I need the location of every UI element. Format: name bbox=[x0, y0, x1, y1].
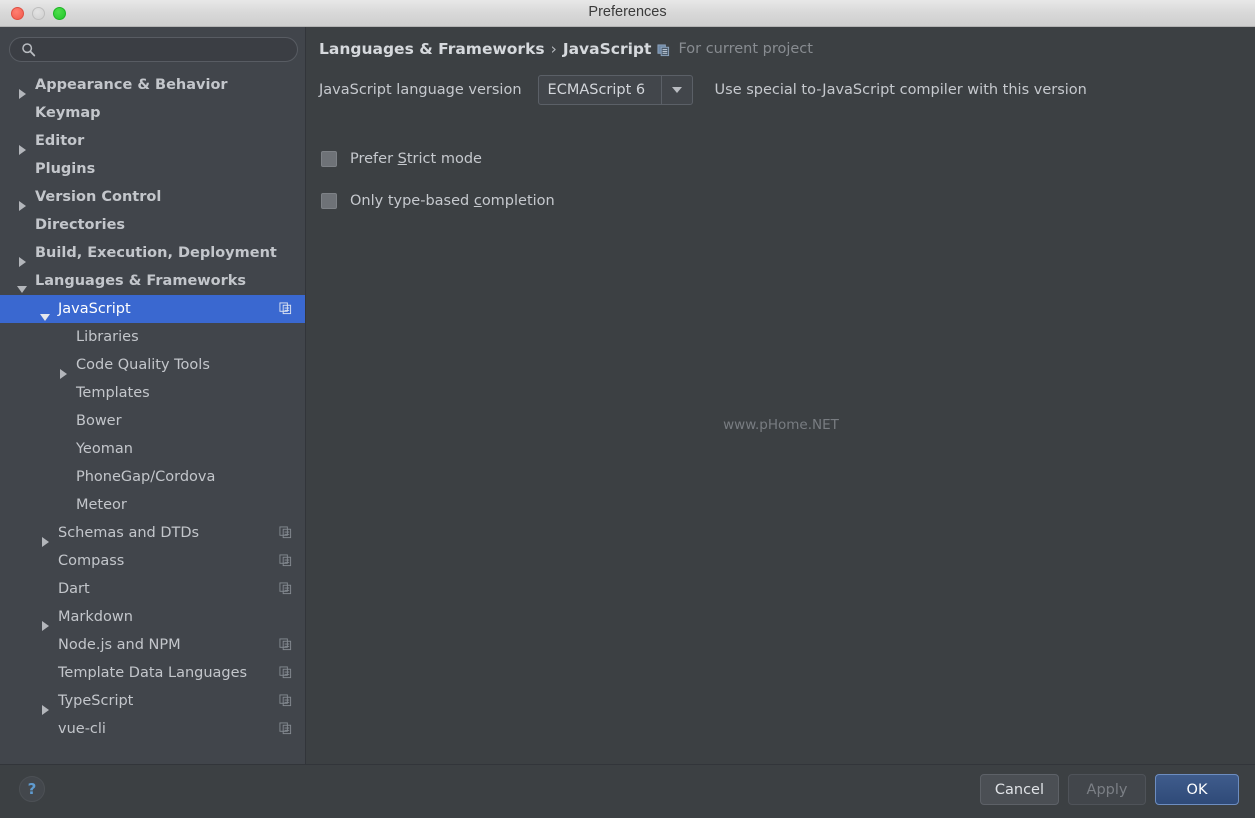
language-version-value: ECMAScript 6 bbox=[547, 82, 646, 98]
module-scope-icon bbox=[279, 638, 292, 651]
label-part-before: Only type-based bbox=[350, 193, 474, 209]
sidebar-item-label: Templates bbox=[76, 385, 150, 401]
ok-button[interactable]: OK bbox=[1155, 774, 1239, 805]
label-part-after: ompletion bbox=[481, 193, 555, 209]
sidebar-item-label: Bower bbox=[76, 413, 122, 429]
settings-sidebar: Appearance & Behavior Keymap Editor Plugins… bbox=[0, 27, 306, 764]
sidebar-item-yeoman[interactable]: Yeoman bbox=[0, 435, 305, 463]
label-mnemonic: S bbox=[397, 151, 407, 167]
sidebar-item-node-js-and-npm[interactable]: Node.js and NPM bbox=[0, 631, 305, 659]
sidebar-item-schemas-and-dtds[interactable]: Schemas and DTDs bbox=[0, 519, 305, 547]
module-scope-icon bbox=[279, 526, 292, 539]
sidebar-item-label: Dart bbox=[58, 581, 90, 597]
sidebar-item-javascript[interactable]: JavaScript bbox=[0, 295, 305, 323]
sidebar-item-label: Code Quality Tools bbox=[76, 357, 210, 373]
sidebar-item-label: Directories bbox=[35, 217, 126, 233]
watermark-text: www.pHome.NET bbox=[723, 417, 839, 433]
only-type-based-completion-checkbox[interactable] bbox=[321, 193, 337, 209]
sidebar-item-label: Node.js and NPM bbox=[58, 637, 181, 653]
sidebar-item-label: Editor bbox=[35, 133, 85, 149]
sidebar-item-label: JavaScript bbox=[58, 301, 131, 317]
sidebar-item-dart[interactable]: Dart bbox=[0, 575, 305, 603]
only-type-based-completion-row[interactable]: Only type-based completion bbox=[321, 193, 555, 209]
module-scope-icon bbox=[279, 722, 292, 735]
sidebar-item-version-control[interactable]: Version Control bbox=[0, 183, 305, 211]
breadcrumb-separator: › bbox=[550, 40, 557, 58]
sidebar-item-label: Libraries bbox=[76, 329, 139, 345]
breadcrumb-scope-note: For current project bbox=[678, 41, 813, 57]
sidebar-item-label: Build, Execution, Deployment bbox=[35, 245, 277, 261]
sidebar-item-template-data-languages[interactable]: Template Data Languages bbox=[0, 659, 305, 687]
cancel-button[interactable]: Cancel bbox=[979, 774, 1059, 805]
sidebar-item-editor[interactable]: Editor bbox=[0, 127, 305, 155]
sidebar-item-phonegap-cordova[interactable]: PhoneGap/Cordova bbox=[0, 463, 305, 491]
sidebar-item-languages-frameworks[interactable]: Languages & Frameworks bbox=[0, 267, 305, 295]
sidebar-item-label: Markdown bbox=[58, 609, 133, 625]
sidebar-item-compass[interactable]: Compass bbox=[0, 547, 305, 575]
only-type-based-completion-label: Only type-based completion bbox=[350, 193, 555, 209]
prefer-strict-mode-label: Prefer Strict mode bbox=[350, 151, 482, 167]
label-part-after: trict mode bbox=[406, 151, 482, 167]
sidebar-item-keymap[interactable]: Keymap bbox=[0, 99, 305, 127]
language-version-row: JavaScript language version ECMAScript 6… bbox=[319, 75, 1087, 105]
sidebar-item-plugins[interactable]: Plugins bbox=[0, 155, 305, 183]
chevron-down-icon[interactable] bbox=[660, 76, 692, 104]
module-scope-icon bbox=[279, 694, 292, 707]
sidebar-item-markdown[interactable]: Markdown bbox=[0, 603, 305, 631]
settings-content-panel: Languages & Frameworks › JavaScript For … bbox=[307, 27, 1255, 764]
sidebar-item-label: Template Data Languages bbox=[58, 665, 248, 681]
sidebar-item-typescript[interactable]: TypeScript bbox=[0, 687, 305, 715]
window-title: Preferences bbox=[588, 4, 667, 20]
sidebar-item-label: Schemas and DTDs bbox=[58, 525, 200, 541]
module-scope-icon bbox=[279, 666, 292, 679]
sidebar-item-templates[interactable]: Templates bbox=[0, 379, 305, 407]
label-part-before: Prefer bbox=[350, 151, 398, 167]
help-button[interactable]: ? bbox=[19, 776, 45, 802]
prefer-strict-mode-row[interactable]: Prefer Strict mode bbox=[321, 151, 482, 167]
sidebar-item-code-quality-tools[interactable]: Code Quality Tools bbox=[0, 351, 305, 379]
language-version-hint: Use special to-JavaScript compiler with … bbox=[714, 82, 1087, 98]
module-scope-icon bbox=[279, 554, 292, 567]
sidebar-item-label: Version Control bbox=[35, 189, 162, 205]
apply-button[interactable]: Apply bbox=[1068, 774, 1146, 805]
sidebar-item-appearance-behavior[interactable]: Appearance & Behavior bbox=[0, 71, 305, 99]
module-scope-icon bbox=[279, 302, 292, 315]
sidebar-item-meteor[interactable]: Meteor bbox=[0, 491, 305, 519]
title-bar: Preferences bbox=[0, 0, 1255, 27]
settings-tree: Appearance & Behavior Keymap Editor Plugins… bbox=[0, 71, 305, 743]
sidebar-item-label: Appearance & Behavior bbox=[35, 77, 228, 93]
sidebar-item-label: PhoneGap/Cordova bbox=[76, 469, 216, 485]
breadcrumb-root[interactable]: Languages & Frameworks bbox=[319, 40, 545, 58]
sidebar-item-label: Languages & Frameworks bbox=[35, 273, 247, 289]
sidebar-item-label: Meteor bbox=[76, 497, 127, 513]
sidebar-item-label: vue-cli bbox=[58, 721, 106, 737]
label-mnemonic: c bbox=[473, 193, 482, 209]
preferences-window: Preferences Appearance & Behavior Keymap E… bbox=[0, 0, 1255, 818]
breadcrumb: Languages & Frameworks › JavaScript For … bbox=[319, 40, 813, 58]
language-version-label: JavaScript language version bbox=[319, 82, 522, 98]
module-scope-icon bbox=[279, 582, 292, 595]
search-field-wrapper bbox=[9, 37, 298, 62]
sidebar-item-label: Yeoman bbox=[76, 441, 133, 457]
breadcrumb-current: JavaScript bbox=[562, 40, 652, 58]
sidebar-item-label: Compass bbox=[58, 553, 125, 569]
sidebar-item-build-execution-deployment[interactable]: Build, Execution, Deployment bbox=[0, 239, 305, 267]
module-scope-icon bbox=[657, 43, 670, 56]
sidebar-item-vue-cli[interactable]: vue-cli bbox=[0, 715, 305, 743]
sidebar-item-bower[interactable]: Bower bbox=[0, 407, 305, 435]
sidebar-item-label: Plugins bbox=[35, 161, 96, 177]
sidebar-item-directories[interactable]: Directories bbox=[0, 211, 305, 239]
dialog-buttons: Cancel Apply OK bbox=[979, 774, 1239, 805]
search-input[interactable] bbox=[9, 37, 298, 62]
sidebar-item-label: Keymap bbox=[35, 105, 101, 121]
language-version-select[interactable]: ECMAScript 6 bbox=[537, 75, 693, 105]
prefer-strict-mode-checkbox[interactable] bbox=[321, 151, 337, 167]
sidebar-item-libraries[interactable]: Libraries bbox=[0, 323, 305, 351]
sidebar-item-label: TypeScript bbox=[58, 693, 134, 709]
